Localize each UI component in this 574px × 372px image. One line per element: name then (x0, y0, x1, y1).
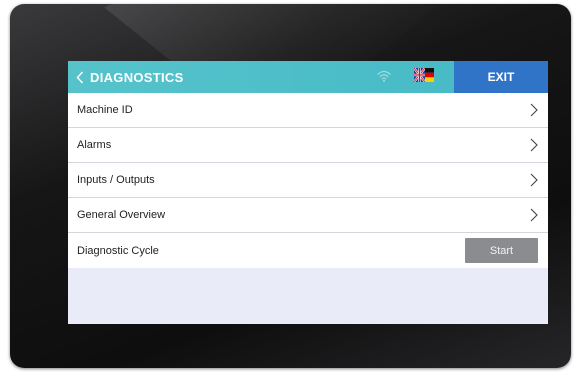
device-frame: DIAGNOSTICS EXIT Machine ID Alarms Input… (10, 4, 571, 368)
menu-item-label: Diagnostic Cycle (77, 244, 159, 257)
language-flag-icon[interactable] (413, 67, 434, 83)
menu-item-label: Alarms (77, 139, 112, 151)
chevron-right-icon (530, 138, 538, 152)
exit-button[interactable]: EXIT (454, 61, 548, 93)
chevron-right-icon (530, 208, 538, 222)
menu-item-inputs-outputs[interactable]: Inputs / Outputs (68, 163, 548, 198)
back-button[interactable]: DIAGNOSTICS (76, 61, 184, 93)
menu-item-label: Inputs / Outputs (77, 174, 155, 186)
menu-item-label: Machine ID (77, 104, 133, 116)
chevron-right-icon (530, 173, 538, 187)
start-button[interactable]: Start (465, 238, 538, 263)
header-bar: DIAGNOSTICS EXIT (68, 61, 548, 93)
diagnostics-menu: Machine ID Alarms Inputs / Outputs Gener… (68, 93, 548, 268)
bezel-glare (100, 4, 440, 64)
menu-item-diagnostic-cycle: Diagnostic Cycle Start (68, 233, 548, 268)
screen: DIAGNOSTICS EXIT Machine ID Alarms Input… (68, 61, 548, 324)
chevron-left-icon (76, 71, 84, 84)
page-title: DIAGNOSTICS (90, 69, 184, 85)
menu-item-general-overview[interactable]: General Overview (68, 198, 548, 233)
menu-item-label: General Overview (77, 209, 166, 221)
menu-item-alarms[interactable]: Alarms (68, 128, 548, 163)
wifi-icon (376, 69, 392, 88)
menu-item-machine-id[interactable]: Machine ID (68, 93, 548, 128)
chevron-right-icon (530, 103, 538, 117)
